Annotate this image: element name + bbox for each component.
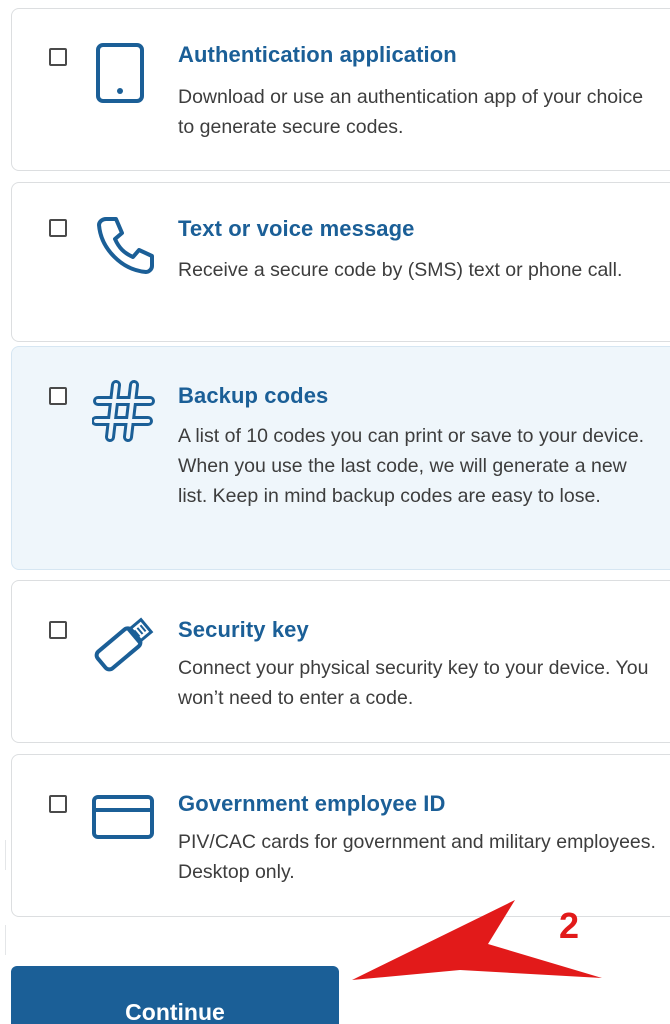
checkbox-security-key[interactable] — [49, 621, 67, 639]
option-authentication-application[interactable]: Authentication application Download or u… — [11, 8, 670, 171]
option-description: Receive a secure code by (SMS) text or p… — [178, 259, 623, 281]
id-card-icon — [92, 785, 156, 849]
option-title: Government employee ID — [178, 791, 446, 816]
checkbox-government-employee-id[interactable] — [49, 795, 67, 813]
option-description: PIV/CAC cards for government and militar… — [178, 831, 656, 883]
continue-button[interactable]: Continue — [11, 966, 339, 1024]
security-key-icon — [92, 611, 156, 675]
annotation-number: 2 — [559, 905, 580, 946]
checkbox-backup-codes[interactable] — [49, 387, 67, 405]
option-description: Download or use an authentication app of… — [178, 86, 644, 138]
option-backup-codes[interactable]: Backup codes A list of 10 codes you can … — [11, 346, 670, 570]
option-description: Connect your physical security key to yo… — [178, 657, 649, 709]
option-title: Backup codes — [178, 383, 329, 408]
option-title: Text or voice message — [178, 216, 415, 241]
phone-icon — [92, 213, 156, 277]
background-divider — [5, 840, 6, 870]
hashtag-icon — [92, 379, 156, 443]
mfa-options-page: Authentication application Download or u… — [0, 0, 670, 1024]
option-title: Authentication application — [178, 42, 457, 67]
option-title: Security key — [178, 617, 309, 642]
option-description: A list of 10 codes you can print or save… — [178, 425, 645, 507]
option-security-key[interactable]: Security key Connect your physical secur… — [11, 580, 670, 743]
checkbox-authentication-application[interactable] — [49, 48, 67, 66]
option-text-or-voice[interactable]: Text or voice message Receive a secure c… — [11, 182, 670, 342]
tablet-icon — [92, 42, 156, 106]
checkbox-text-or-voice[interactable] — [49, 219, 67, 237]
background-divider — [5, 925, 6, 955]
option-government-employee-id[interactable]: Government employee ID PIV/CAC cards for… — [11, 754, 670, 917]
